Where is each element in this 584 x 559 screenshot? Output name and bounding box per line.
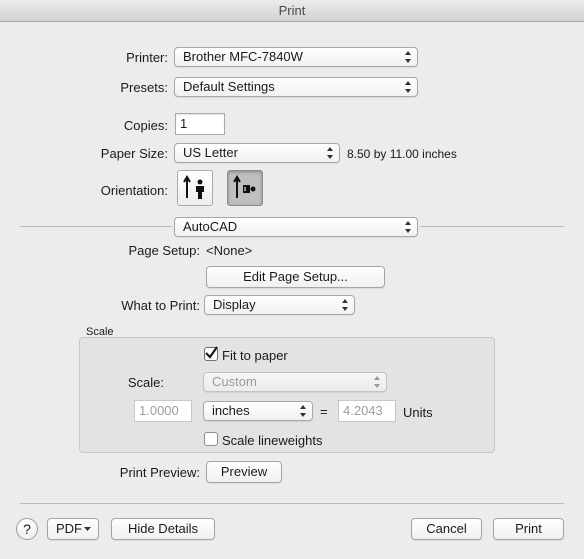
paper-size-label: Paper Size: <box>100 146 168 161</box>
checkmark-icon <box>205 346 218 359</box>
page-setup-value: <None> <box>206 243 253 258</box>
scale-lineweights-label: Scale lineweights <box>222 433 323 448</box>
pdf-menu-button[interactable]: PDF <box>47 518 99 540</box>
what-to-print-popup[interactable]: Display <box>204 295 355 315</box>
orientation-label: Orientation: <box>100 183 168 198</box>
fit-to-paper-label: Fit to paper <box>222 348 288 363</box>
section-divider-right <box>420 226 564 227</box>
print-button[interactable]: Print <box>493 518 564 540</box>
help-button[interactable]: ? <box>16 518 38 540</box>
preview-button[interactable]: Preview <box>206 461 282 483</box>
scale-right-field[interactable]: 4.2043 <box>338 400 396 422</box>
updown-arrows-icon <box>326 146 334 160</box>
printer-popup[interactable]: Brother MFC-7840W <box>174 47 418 67</box>
equals-sign: = <box>320 404 328 419</box>
copies-label: Copies: <box>123 118 168 133</box>
updown-arrows-icon <box>299 404 307 418</box>
edit-page-setup-button[interactable]: Edit Page Setup... <box>206 266 385 288</box>
paper-dimensions: 8.50 by 11.00 inches <box>347 147 457 161</box>
paper-size-popup[interactable]: US Letter <box>174 143 340 163</box>
units-popup[interactable]: inches <box>203 401 313 421</box>
app-options-value: AutoCAD <box>183 219 238 234</box>
presets-value: Default Settings <box>183 79 275 94</box>
scale-value: Custom <box>212 374 257 389</box>
orientation-landscape-button[interactable] <box>227 170 263 206</box>
units-label: Units <box>403 405 433 420</box>
orientation-portrait-button[interactable] <box>177 170 213 206</box>
presets-popup[interactable]: Default Settings <box>174 77 418 97</box>
print-preview-label: Print Preview: <box>119 465 200 480</box>
updown-arrows-icon <box>373 375 381 389</box>
pdf-label: PDF <box>56 521 82 536</box>
portrait-icon <box>178 175 212 208</box>
cancel-button[interactable]: Cancel <box>411 518 482 540</box>
window-title-bar: Print <box>0 0 584 22</box>
copies-field[interactable]: 1 <box>175 113 225 135</box>
printer-label: Printer: <box>126 50 168 65</box>
presets-label: Presets: <box>120 80 168 95</box>
page-setup-label: Page Setup: <box>128 243 200 258</box>
scale-popup[interactable]: Custom <box>203 372 387 392</box>
updown-arrows-icon <box>341 298 349 312</box>
scale-lineweights-checkbox[interactable] <box>204 432 218 446</box>
window-title: Print <box>278 3 306 18</box>
updown-arrows-icon <box>404 50 412 64</box>
help-icon: ? <box>23 521 31 537</box>
paper-size-value: US Letter <box>183 145 238 160</box>
dropdown-triangle-icon <box>84 519 91 545</box>
what-to-print-label: What to Print: <box>121 298 200 313</box>
landscape-icon <box>228 175 262 208</box>
what-to-print-value: Display <box>213 297 256 312</box>
scale-label: Scale: <box>127 375 164 390</box>
hide-details-button[interactable]: Hide Details <box>111 518 215 540</box>
fit-to-paper-checkbox[interactable] <box>204 346 218 361</box>
section-divider-left <box>20 226 172 227</box>
updown-arrows-icon <box>404 220 412 234</box>
updown-arrows-icon <box>404 80 412 94</box>
units-value: inches <box>212 403 250 418</box>
app-options-popup[interactable]: AutoCAD <box>174 217 418 237</box>
printer-value: Brother MFC-7840W <box>183 49 303 64</box>
scale-left-field[interactable]: 1.0000 <box>134 400 192 422</box>
footer-divider <box>20 503 564 504</box>
